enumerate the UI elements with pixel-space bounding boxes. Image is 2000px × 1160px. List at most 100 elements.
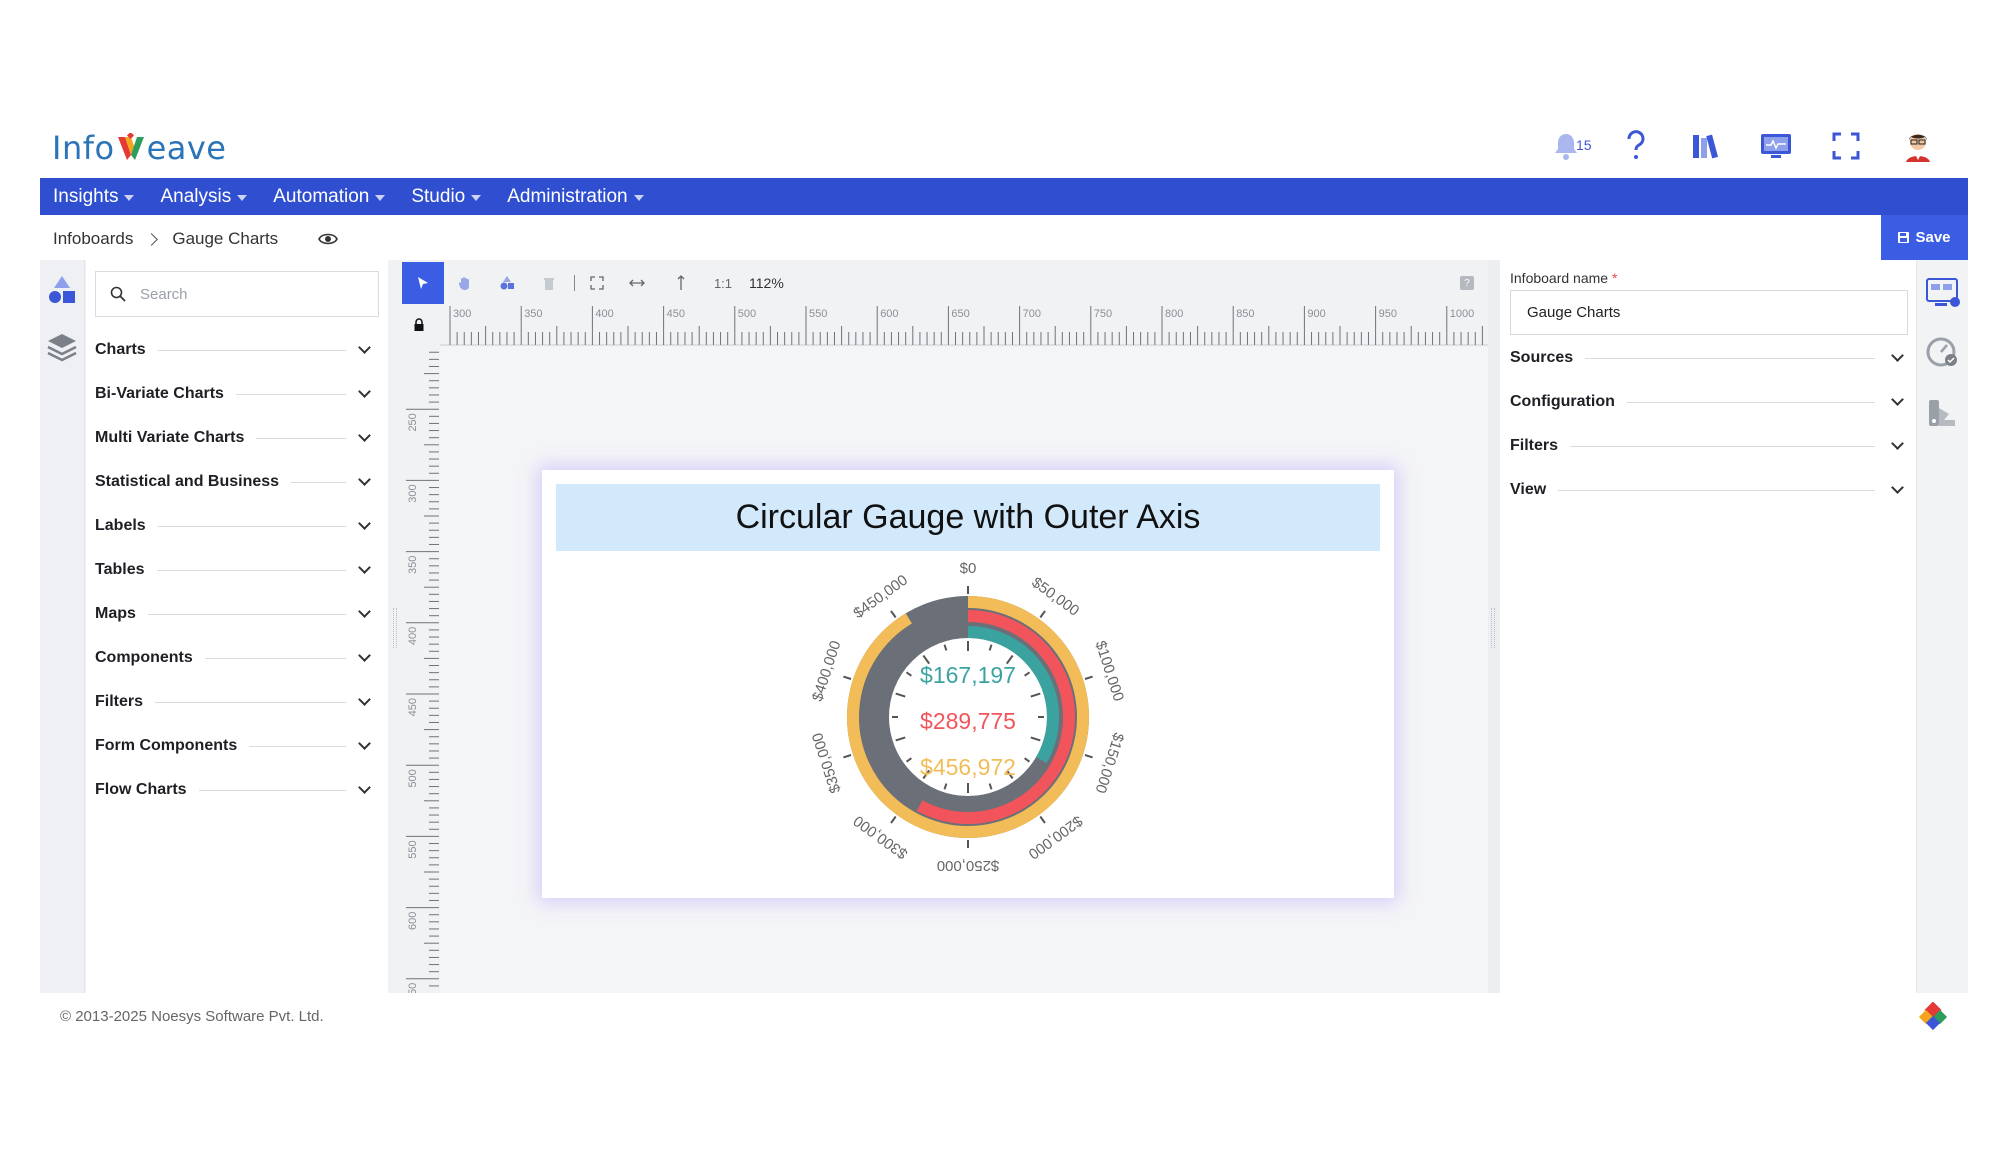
chevron-down-icon [375, 195, 386, 201]
logo-text-left: Info [52, 129, 115, 167]
infoboard-name-label-text: Infoboard name [1510, 270, 1609, 286]
ruler-label: 450 [407, 698, 419, 716]
pointer-icon [418, 277, 428, 289]
menu-studio[interactable]: Studio [411, 186, 482, 208]
section-view[interactable]: View [1510, 468, 1908, 512]
divider [155, 701, 346, 703]
section-label: View [1510, 481, 1547, 498]
chevron-down-icon [633, 195, 644, 201]
chevron-down-icon [358, 561, 371, 574]
select-tool-button[interactable] [402, 262, 444, 304]
category-labels[interactable]: Labels [95, 504, 375, 548]
divider [235, 393, 346, 395]
left-rail [40, 260, 85, 993]
ruler-label: 400 [407, 627, 419, 645]
gauge-axis-label: $0 [960, 560, 977, 577]
library-icon[interactable] [1688, 128, 1724, 164]
category-charts[interactable]: Charts [95, 328, 375, 372]
actual-size-button[interactable]: 1:1 [703, 262, 743, 304]
gauge-outer-tick [1039, 815, 1046, 824]
category-maps[interactable]: Maps [95, 592, 375, 636]
fit-width-button[interactable] [615, 262, 659, 304]
gauge-value-label-1: $167,197 [920, 662, 1016, 688]
category-components[interactable]: Components [95, 636, 375, 680]
gauge-outer-tick [890, 610, 897, 619]
required-mark: * [1611, 270, 1618, 286]
grip-icon [1491, 608, 1495, 648]
notification-bell-icon[interactable]: 15 [1548, 128, 1592, 164]
menu-analysis-label: Analysis [160, 185, 232, 207]
ruler-label: 250 [407, 413, 419, 431]
menu-analysis[interactable]: Analysis [160, 185, 248, 208]
menu-insights[interactable]: Insights [53, 185, 135, 208]
help-icon[interactable] [1618, 128, 1654, 164]
preview-eye-icon[interactable] [318, 232, 339, 246]
divider [1626, 401, 1875, 403]
widget-category-list: Charts Bi-Variate Charts Multi Variate C… [95, 328, 375, 812]
shapes-tool-button[interactable] [486, 262, 528, 304]
ruler-lock-icon[interactable] [412, 318, 426, 332]
fullscreen-icon[interactable] [1828, 128, 1864, 164]
ruler-label: 650 [407, 983, 419, 993]
category-filters[interactable]: Filters [95, 680, 375, 724]
menu-automation[interactable]: Automation [273, 186, 386, 208]
divider [1570, 445, 1875, 447]
divider [147, 613, 346, 615]
category-multi-variate-charts[interactable]: Multi Variate Charts [95, 416, 375, 460]
breadcrumb: Infoboards Gauge Charts [53, 226, 339, 252]
fit-screen-button[interactable] [579, 262, 615, 304]
search-input[interactable]: Search [95, 271, 379, 317]
category-flow-charts[interactable]: Flow Charts [95, 768, 375, 812]
chevron-down-icon [1891, 349, 1904, 362]
section-configuration[interactable]: Configuration [1510, 380, 1908, 424]
menu-insights-label: Insights [53, 185, 119, 207]
category-tables[interactable]: Tables [95, 548, 375, 592]
save-button[interactable]: Save [1881, 215, 1968, 260]
gauge-axis-label: $100,000 [1092, 639, 1128, 704]
section-filters[interactable]: Filters [1510, 424, 1908, 468]
category-statistical-business[interactable]: Statistical and Business [95, 460, 375, 504]
layers-icon[interactable] [44, 330, 80, 366]
chevron-down-icon [124, 195, 135, 201]
right-panel-resize-handle[interactable] [1488, 260, 1500, 993]
monitor-icon[interactable] [1758, 128, 1794, 164]
infoveave-logo[interactable]: Info eave [52, 126, 226, 170]
chevron-down-icon [1891, 481, 1904, 494]
category-label: Statistical and Business [95, 473, 280, 490]
ruler-label: 600 [880, 308, 898, 320]
canvas-help-icon[interactable]: ? [1460, 276, 1474, 290]
menu-administration[interactable]: Administration [507, 186, 644, 208]
chevron-down-icon [358, 429, 371, 442]
gauge-axis-label: $150,000 [1092, 731, 1128, 796]
breadcrumb-root[interactable]: Infoboards [53, 229, 133, 249]
chevron-down-icon [358, 517, 371, 530]
dashboard-gauge-icon[interactable] [1925, 336, 1961, 370]
ruler-label: 800 [1165, 308, 1183, 320]
chevron-down-icon [358, 693, 371, 706]
left-panel-resize-handle[interactable] [388, 260, 402, 993]
category-bi-variate-charts[interactable]: Bi-Variate Charts [95, 372, 375, 416]
delete-button[interactable] [528, 262, 570, 304]
right-rail [1916, 260, 1968, 993]
section-sources[interactable]: Sources [1510, 336, 1908, 380]
gauge-widget[interactable]: Circular Gauge with Outer Axis $0 $50,000… [542, 470, 1394, 898]
properties-section-list: Sources Configuration Filters View [1510, 336, 1908, 512]
gauge-value-label-2: $289,775 [920, 708, 1016, 734]
ruler-label: 650 [951, 308, 969, 320]
chevron-down-icon [358, 341, 371, 354]
infoboard-settings-icon[interactable] [1925, 276, 1961, 310]
trash-icon [544, 278, 554, 290]
chevron-down-icon [358, 649, 371, 662]
theme-paint-icon[interactable] [1925, 396, 1961, 430]
fit-height-button[interactable] [659, 262, 703, 304]
category-form-components[interactable]: Form Components [95, 724, 375, 768]
pan-tool-button[interactable] [444, 262, 486, 304]
gauge-chart: $0 $50,000 $100,000 $150,000$200,000 $250,00… [809, 560, 1128, 874]
gauge-axis-label: $400,000 [809, 639, 845, 704]
user-avatar[interactable] [1898, 126, 1938, 166]
gauge-axis-label: $250,000 [937, 857, 1000, 874]
section-label: Configuration [1510, 393, 1615, 410]
infoboard-name-input[interactable]: Gauge Charts [1510, 290, 1908, 335]
widgets-shapes-icon[interactable] [44, 272, 80, 308]
ruler-label: 600 [407, 912, 419, 930]
